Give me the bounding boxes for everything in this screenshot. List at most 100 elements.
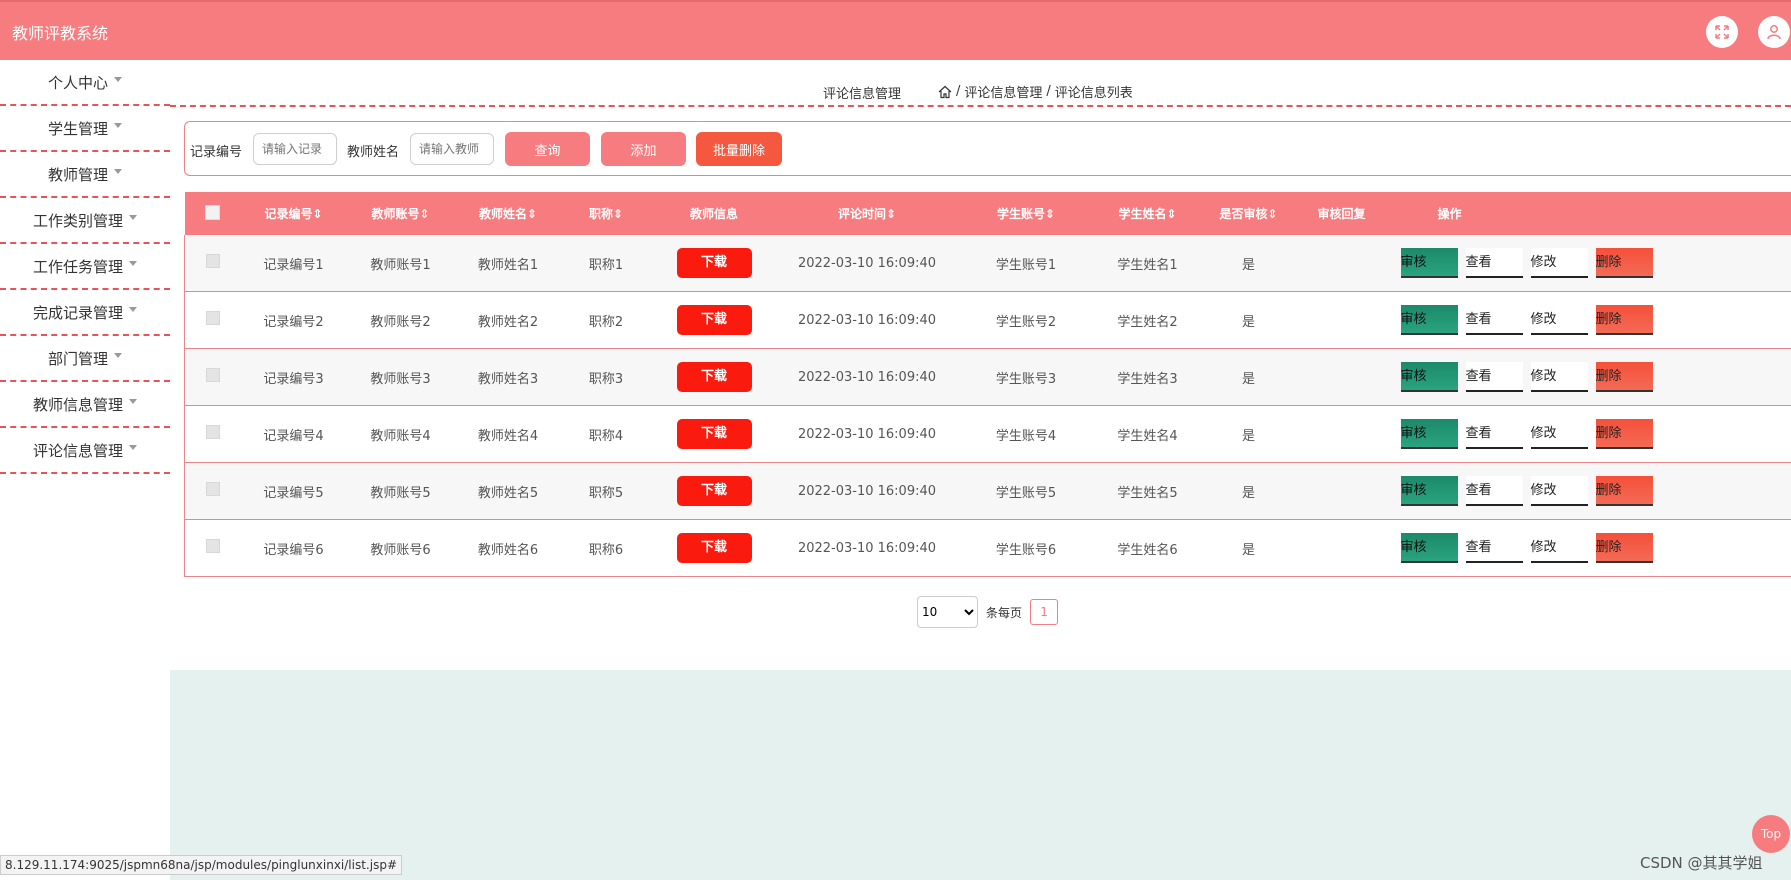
delete-button[interactable]: 删除 <box>1595 362 1653 392</box>
cell-audited: 是 <box>1199 291 1298 349</box>
add-button[interactable]: 添加 <box>601 132 686 166</box>
download-button[interactable]: 下载 <box>676 533 752 563</box>
col-header-name[interactable]: 教师姓名⇕ <box>454 192 562 235</box>
download-button[interactable]: 下载 <box>676 305 752 335</box>
page-size-select[interactable]: 10 <box>917 596 978 628</box>
audit-button[interactable]: 审核 <box>1400 533 1458 563</box>
col-header-info: 教师信息 <box>650 192 778 235</box>
row-checkbox[interactable] <box>205 539 220 553</box>
page-number-button[interactable]: 1 <box>1030 599 1059 625</box>
header-label: 评论时间 <box>837 207 886 221</box>
delete-button[interactable]: 删除 <box>1595 305 1653 335</box>
audit-button[interactable]: 审核 <box>1400 419 1458 449</box>
delete-button[interactable]: 删除 <box>1595 476 1653 506</box>
cell-student-account: 学生账号4 <box>956 405 1096 463</box>
view-button[interactable]: 查看 <box>1465 248 1523 278</box>
header-label: 职称 <box>588 207 613 221</box>
col-header-record[interactable]: 记录编号⇕ <box>240 192 347 235</box>
cell-record: 记录编号2 <box>240 291 347 349</box>
audit-button[interactable]: 审核 <box>1400 248 1458 278</box>
sidebar-item-label: 完成记录管理 <box>32 303 123 322</box>
cell-info: 下载 <box>650 462 778 520</box>
delete-button[interactable]: 删除 <box>1595 533 1653 563</box>
view-button[interactable]: 查看 <box>1465 362 1523 392</box>
sidebar-item-completion-records[interactable]: 完成记录管理 <box>0 290 170 336</box>
col-header-time[interactable]: 评论时间⇕ <box>777 192 957 235</box>
sidebar-item-teachers[interactable]: 教师管理 <box>0 152 170 198</box>
batch-delete-button[interactable]: 批量删除 <box>696 132 782 166</box>
cell-account: 教师账号6 <box>346 519 455 577</box>
cell-account: 教师账号2 <box>346 291 455 349</box>
cell-title: 职称2 <box>561 291 651 349</box>
download-button[interactable]: 下载 <box>676 476 752 506</box>
breadcrumb-current: 评论信息列表 <box>1054 86 1133 101</box>
col-header-audited[interactable]: 是否审核⇕ <box>1199 192 1298 235</box>
col-header-title[interactable]: 职称⇕ <box>561 192 651 235</box>
cell-record: 记录编号1 <box>240 235 347 292</box>
cell-student-name: 学生姓名5 <box>1095 462 1200 520</box>
cell-account: 教师账号1 <box>346 235 455 292</box>
row-checkbox[interactable] <box>205 482 220 496</box>
audit-button[interactable]: 审核 <box>1400 476 1458 506</box>
sidebar-item-teacher-info[interactable]: 教师信息管理 <box>0 382 170 428</box>
user-menu-button[interactable] <box>1758 16 1790 48</box>
edit-button[interactable]: 修改 <box>1530 533 1588 563</box>
col-header-student-name[interactable]: 学生姓名⇕ <box>1095 192 1200 235</box>
chevron-down-icon <box>129 260 137 266</box>
download-button[interactable]: 下载 <box>676 362 752 392</box>
table-row: 记录编号2 教师账号2 教师姓名2 职称2 下载 2022-03-10 16:09:40 学… <box>184 291 1791 349</box>
sidebar-item-work-tasks[interactable]: 工作任务管理 <box>0 244 170 290</box>
query-button[interactable]: 查询 <box>505 132 590 166</box>
col-header-student-account[interactable]: 学生账号⇕ <box>956 192 1096 235</box>
cell-student-name: 学生姓名2 <box>1095 291 1200 349</box>
sidebar: 个人中心 学生管理 教师管理 工作类别管理 工作任务管理 完成记录管理 部门管理… <box>0 60 170 474</box>
record-number-input[interactable] <box>253 133 337 165</box>
sidebar-item-comments[interactable]: 评论信息管理 <box>0 428 170 474</box>
edit-button[interactable]: 修改 <box>1530 476 1588 506</box>
select-all-checkbox[interactable] <box>205 204 220 220</box>
view-button[interactable]: 查看 <box>1465 419 1523 449</box>
view-button[interactable]: 查看 <box>1465 476 1523 506</box>
audit-button[interactable]: 审核 <box>1400 362 1458 392</box>
row-checkbox[interactable] <box>205 368 220 382</box>
row-checkbox[interactable] <box>205 254 220 268</box>
row-select-cell <box>184 291 241 349</box>
edit-button[interactable]: 修改 <box>1530 362 1588 392</box>
audit-button[interactable]: 审核 <box>1400 305 1458 335</box>
cell-student-account: 学生账号5 <box>956 462 1096 520</box>
edit-button[interactable]: 修改 <box>1530 305 1588 335</box>
sidebar-item-label: 教师信息管理 <box>32 395 123 414</box>
breadcrumb-link[interactable]: 评论信息管理 <box>964 82 1042 101</box>
edit-button[interactable]: 修改 <box>1530 419 1588 449</box>
cell-reply <box>1297 405 1386 463</box>
sidebar-item-label: 学生管理 <box>47 119 108 138</box>
sidebar-item-work-categories[interactable]: 工作类别管理 <box>0 198 170 244</box>
cell-reply <box>1297 348 1386 406</box>
header-label: 是否审核 <box>1219 207 1268 221</box>
cell-actions: 审核 查看 修改 删除 <box>1385 291 1791 349</box>
row-checkbox[interactable] <box>205 425 220 439</box>
sidebar-item-students[interactable]: 学生管理 <box>0 106 170 152</box>
download-button[interactable]: 下载 <box>676 248 752 278</box>
sidebar-item-departments[interactable]: 部门管理 <box>0 336 170 382</box>
fullscreen-button[interactable] <box>1706 16 1738 48</box>
col-header-account[interactable]: 教师账号⇕ <box>346 192 455 235</box>
breadcrumb-separator: / <box>1046 84 1051 99</box>
edit-button[interactable]: 修改 <box>1530 248 1588 278</box>
row-checkbox[interactable] <box>205 311 220 325</box>
cell-time: 2022-03-10 16:09:40 <box>777 462 957 520</box>
delete-button[interactable]: 删除 <box>1595 248 1653 278</box>
search-bar: 记录编号 教师姓名 查询 添加 批量删除 <box>184 121 1791 176</box>
cell-time: 2022-03-10 16:09:40 <box>777 235 957 292</box>
cell-record: 记录编号5 <box>240 462 347 520</box>
download-button[interactable]: 下载 <box>676 419 752 449</box>
expand-icon <box>1715 25 1729 39</box>
view-button[interactable]: 查看 <box>1465 533 1523 563</box>
sidebar-item-personal-center[interactable]: 个人中心 <box>0 60 170 106</box>
home-icon[interactable] <box>938 85 952 99</box>
cell-name: 教师姓名2 <box>454 291 562 349</box>
delete-button[interactable]: 删除 <box>1595 419 1653 449</box>
view-button[interactable]: 查看 <box>1465 305 1523 335</box>
back-to-top-button[interactable]: Top <box>1752 815 1790 853</box>
teacher-name-input[interactable] <box>410 133 494 165</box>
